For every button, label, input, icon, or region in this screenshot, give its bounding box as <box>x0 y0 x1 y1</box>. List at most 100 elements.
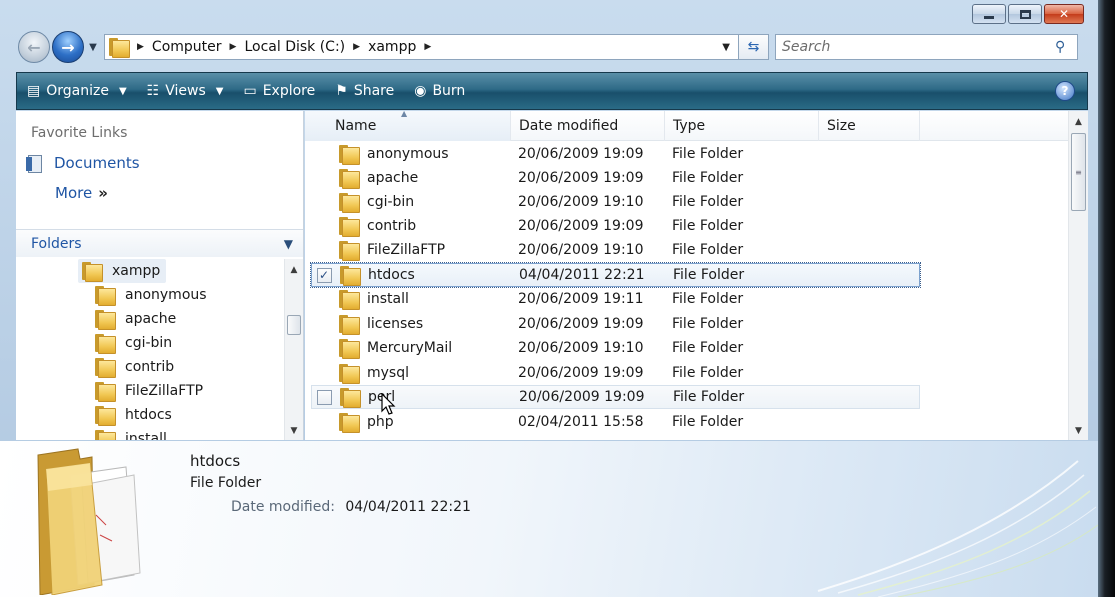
folder-icon <box>339 315 360 335</box>
file-type: File Folder <box>672 242 744 258</box>
file-name: cgi-bin <box>367 194 415 210</box>
tree-item[interactable]: htdocs <box>95 403 172 427</box>
file-name: FileZillaFTP <box>367 242 446 258</box>
folder-icon <box>95 334 116 354</box>
row-checkbox[interactable] <box>316 389 332 405</box>
file-name: htdocs <box>368 267 415 283</box>
close-button[interactable]: ✕ <box>1044 4 1084 24</box>
views-label: Views <box>165 83 206 99</box>
tree-item[interactable]: apache <box>95 307 176 331</box>
address-bar[interactable]: ▶ Computer ▶ Local Disk (C:) ▶ xampp ▶ ▼ <box>104 34 739 60</box>
file-date: 20/06/2009 19:10 <box>518 242 644 258</box>
organize-label: Organize <box>46 83 109 99</box>
file-date: 20/06/2009 19:09 <box>518 218 644 234</box>
forward-button[interactable]: → <box>52 31 84 63</box>
scroll-thumb[interactable] <box>287 315 301 335</box>
minimize-button[interactable] <box>972 4 1006 24</box>
scroll-up-icon[interactable]: ▲ <box>1069 117 1088 127</box>
tree-item[interactable]: install <box>95 427 167 440</box>
tree-item[interactable]: anonymous <box>95 283 207 307</box>
scroll-down-icon[interactable]: ▼ <box>285 426 303 436</box>
search-input[interactable]: Search ⚲ <box>775 34 1078 60</box>
details-date-modified: Date modified: 04/04/2011 22:21 <box>231 499 471 515</box>
column-header-date-modified[interactable]: Date modified <box>511 111 665 141</box>
file-row[interactable]: install 20/06/2009 19:11 File Folder <box>311 287 920 311</box>
scroll-up-icon[interactable]: ▲ <box>285 265 303 275</box>
file-row-selected[interactable]: ✓ htdocs 04/04/2011 22:21 File Folder <box>310 262 921 288</box>
folder-icon <box>95 286 116 306</box>
tree-item-label: apache <box>125 311 177 327</box>
favorite-link-documents[interactable]: Documents <box>26 154 140 173</box>
column-header-name[interactable]: ▲ Name <box>305 109 511 141</box>
search-icon[interactable]: ⚲ <box>1055 39 1077 55</box>
column-label: Type <box>673 118 706 134</box>
file-name: apache <box>367 170 419 186</box>
organize-icon: ▤ <box>27 83 41 99</box>
folder-icon <box>339 241 360 261</box>
help-icon[interactable]: ? <box>1055 81 1075 101</box>
file-list-scrollbar[interactable]: ▲ ≡ ▼ <box>1068 111 1088 440</box>
burn-label: Burn <box>432 83 466 99</box>
folder-icon <box>95 406 116 426</box>
organize-button[interactable]: ▤ Organize ▼ <box>27 83 127 99</box>
file-row[interactable]: cgi-bin 20/06/2009 19:10 File Folder <box>311 190 920 214</box>
file-type: File Folder <box>672 316 744 332</box>
file-row[interactable]: MercuryMail 20/06/2009 19:10 File Folder <box>311 336 920 360</box>
folder-icon <box>339 217 360 237</box>
breadcrumb-separator-icon[interactable]: ▶ <box>230 42 237 52</box>
burn-button[interactable]: ◉ Burn <box>414 83 465 99</box>
file-row[interactable]: anonymous 20/06/2009 19:09 File Folder <box>311 142 920 166</box>
tree-item-xampp[interactable]: xampp <box>78 259 167 283</box>
file-row[interactable]: apache 20/06/2009 19:09 File Folder <box>311 166 920 190</box>
file-name: licenses <box>367 316 424 332</box>
breadcrumb-local-disk[interactable]: Local Disk (C:) <box>244 39 345 55</box>
maximize-button[interactable] <box>1008 4 1042 24</box>
decorative-swoosh <box>817 460 1098 597</box>
file-row[interactable]: php 02/04/2011 15:58 File Folder <box>311 410 920 434</box>
back-button[interactable]: ← <box>18 31 50 63</box>
file-type: File Folder <box>673 267 745 283</box>
folder-icon <box>82 262 103 282</box>
tree-item-label: cgi-bin <box>125 335 173 351</box>
folders-header[interactable]: Folders ▼ <box>16 229 303 257</box>
tree-item-label: install <box>125 431 167 440</box>
address-dropdown-icon[interactable]: ▼ <box>722 42 730 53</box>
file-date: 04/04/2011 22:21 <box>519 267 645 283</box>
folder-icon <box>340 266 361 286</box>
tree-item[interactable]: contrib <box>95 355 174 379</box>
folder-icon <box>95 430 116 440</box>
file-row[interactable]: mysql 20/06/2009 19:09 File Folder <box>311 361 920 385</box>
breadcrumb-separator-icon[interactable]: ▶ <box>424 42 431 52</box>
views-button[interactable]: ☷ Views ▼ <box>147 83 224 99</box>
forward-arrow-icon: → <box>61 37 75 57</box>
breadcrumb-separator-icon[interactable]: ▶ <box>137 42 144 52</box>
tree-item[interactable]: FileZillaFTP <box>95 379 203 403</box>
breadcrumb-computer[interactable]: Computer <box>152 39 222 55</box>
share-icon: ⚑ <box>335 83 348 99</box>
folder-tree-scrollbar[interactable]: ▲ ▼ <box>284 259 303 440</box>
explore-button[interactable]: ▭ Explore <box>243 83 315 99</box>
scroll-thumb[interactable]: ≡ <box>1071 133 1086 211</box>
breadcrumb-separator-icon[interactable]: ▶ <box>353 42 360 52</box>
views-icon: ☷ <box>146 83 160 99</box>
tree-item[interactable]: cgi-bin <box>95 331 172 355</box>
file-row-hover[interactable]: perl20/06/2009 19:09File Folder <box>311 385 920 409</box>
column-header-type[interactable]: Type <box>665 111 819 141</box>
file-row[interactable]: licenses 20/06/2009 19:09 File Folder <box>311 312 920 336</box>
row-checkbox-checked[interactable]: ✓ <box>316 267 332 283</box>
column-header-size[interactable]: Size <box>819 111 920 141</box>
folder-icon <box>339 193 360 213</box>
file-row[interactable]: contrib 20/06/2009 19:09 File Folder <box>311 214 920 238</box>
back-arrow-icon: ← <box>27 37 41 57</box>
file-type: File Folder <box>672 291 744 307</box>
tree-item-label: anonymous <box>125 287 207 303</box>
more-link[interactable]: More » <box>55 184 108 202</box>
file-type: File Folder <box>672 365 744 381</box>
breadcrumb-xampp[interactable]: xampp <box>368 39 416 55</box>
refresh-button[interactable]: ⇆ <box>739 34 769 60</box>
scroll-down-icon[interactable]: ▼ <box>1069 426 1088 436</box>
details-date-label: Date modified: <box>231 499 335 515</box>
file-row[interactable]: FileZillaFTP 20/06/2009 19:10 File Folder <box>311 238 920 262</box>
share-button[interactable]: ⚑ Share <box>335 83 394 99</box>
recent-pages-dropdown[interactable]: ▼ <box>86 42 100 53</box>
